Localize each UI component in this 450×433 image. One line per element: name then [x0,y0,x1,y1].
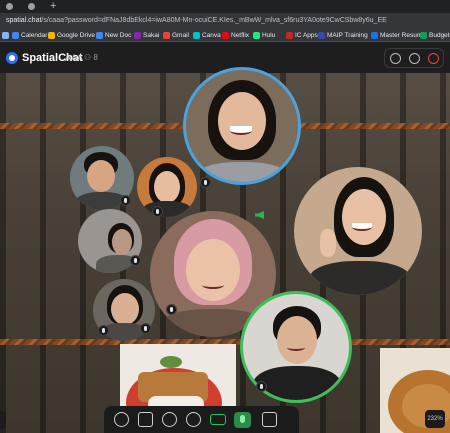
bookmark-sakai[interactable]: Sakai [134,30,159,41]
bookmark-label: MAIP Training [327,32,368,39]
header-controls [384,48,444,68]
bookmark-label: Netflix [231,32,250,39]
address-bar[interactable]: spatial.chat/s/caaa?password=dFNaJ8dbEkc… [0,13,450,29]
help-icon[interactable] [409,53,420,64]
bookmark-budget[interactable]: Budget [420,30,450,41]
mic-status-icon [152,206,163,217]
user-count-value: 8 [93,53,98,62]
settings-icon[interactable] [390,53,401,64]
url-host: spatial.chat [6,17,42,24]
bookmark-label: Gmail [172,32,189,39]
zoom-level[interactable]: 232% [425,410,445,428]
bookmark-canva[interactable]: Canva [193,30,221,41]
screen-share-icon[interactable] [138,412,153,427]
broadcast-icon[interactable] [186,412,201,427]
browser-tab-strip: + [0,0,450,13]
spatialchat-logo-icon [6,52,18,64]
mic-status-icon [140,323,151,334]
power-icon[interactable] [428,53,439,64]
sakai-icon [134,32,141,39]
bookmark-calendar[interactable]: Calendar [12,30,47,41]
bottom-toolbar [104,406,299,433]
apps-icon[interactable] [2,30,9,41]
speaking-indicator-icon [255,211,264,219]
calendar-icon [12,32,19,39]
bookmark-ic-apps[interactable]: IC Apps [286,30,318,41]
room-name[interactable]: AAA [65,52,83,64]
microphone-icon[interactable] [234,412,251,428]
bookmark-label: Google Drive [57,32,95,39]
window-close-icon[interactable] [6,3,13,10]
mic-status-icon [98,325,109,336]
bookmark-maip-training[interactable]: MAIP Training [318,30,368,41]
bookmark-google-drive[interactable]: Google Drive [48,30,95,41]
avatar-video-user-1[interactable] [183,67,301,185]
megaphone-icon[interactable] [262,412,277,427]
camera-icon[interactable] [210,414,226,425]
bookmark-label: Canva [202,32,221,39]
tab-favicon-icon[interactable] [28,3,35,10]
side-panel-toggle[interactable] [0,411,6,429]
bookmark-netflix[interactable]: Netflix [222,30,249,41]
mic-status-icon [166,304,177,315]
gmail-icon [163,32,170,39]
bookmark-label: New Doc [105,32,132,39]
url-path: /s/caaa?password=dFNaJ8dbEkcl4=iwA80M-Mn… [41,17,387,24]
mic-status-icon [130,255,141,266]
ic-apps-icon [286,32,293,39]
bookmark-new-doc[interactable]: New Doc [96,30,131,41]
maip-icon [318,32,325,39]
bookmark-label: Budget [429,32,450,39]
bookmark-label: Calendar [21,32,48,39]
mic-status-icon [256,381,267,392]
budget-icon [420,32,427,39]
chat-icon[interactable] [162,412,177,427]
bookmarks-bar: Calendar Google Drive New Doc Sakai Gmai… [0,29,450,42]
hulu-icon [253,32,260,39]
user-count: ⚇ 8 [84,53,98,62]
bookmark-label: Hulu [262,32,276,39]
bookmark-gmail[interactable]: Gmail [163,30,189,41]
avatar-video-user-6[interactable] [294,167,422,295]
new-tab-icon[interactable]: + [50,0,56,13]
bookmark-label: IC Apps [295,32,318,39]
plus-icon[interactable] [114,412,129,427]
drive-icon [48,32,55,39]
mic-status-icon [120,195,131,206]
resume-icon [371,32,378,39]
canva-icon [193,32,200,39]
url-text[interactable]: spatial.chat/s/caaa?password=dFNaJ8dbEkc… [6,15,446,27]
bookmark-label: Master Resume [380,32,426,39]
bookmark-hulu[interactable]: Hulu [253,30,275,41]
mic-status-icon [200,177,211,188]
doc-icon [96,32,103,39]
avatar-video-user-3[interactable] [137,157,197,217]
bookmark-master-resume[interactable]: Master Resume [371,30,426,41]
bookmark-label: Sakai [143,32,160,39]
spatial-room-canvas[interactable]: SpatialChat AAA ⚇ 8 232% [0,43,450,433]
netflix-icon [222,32,229,39]
